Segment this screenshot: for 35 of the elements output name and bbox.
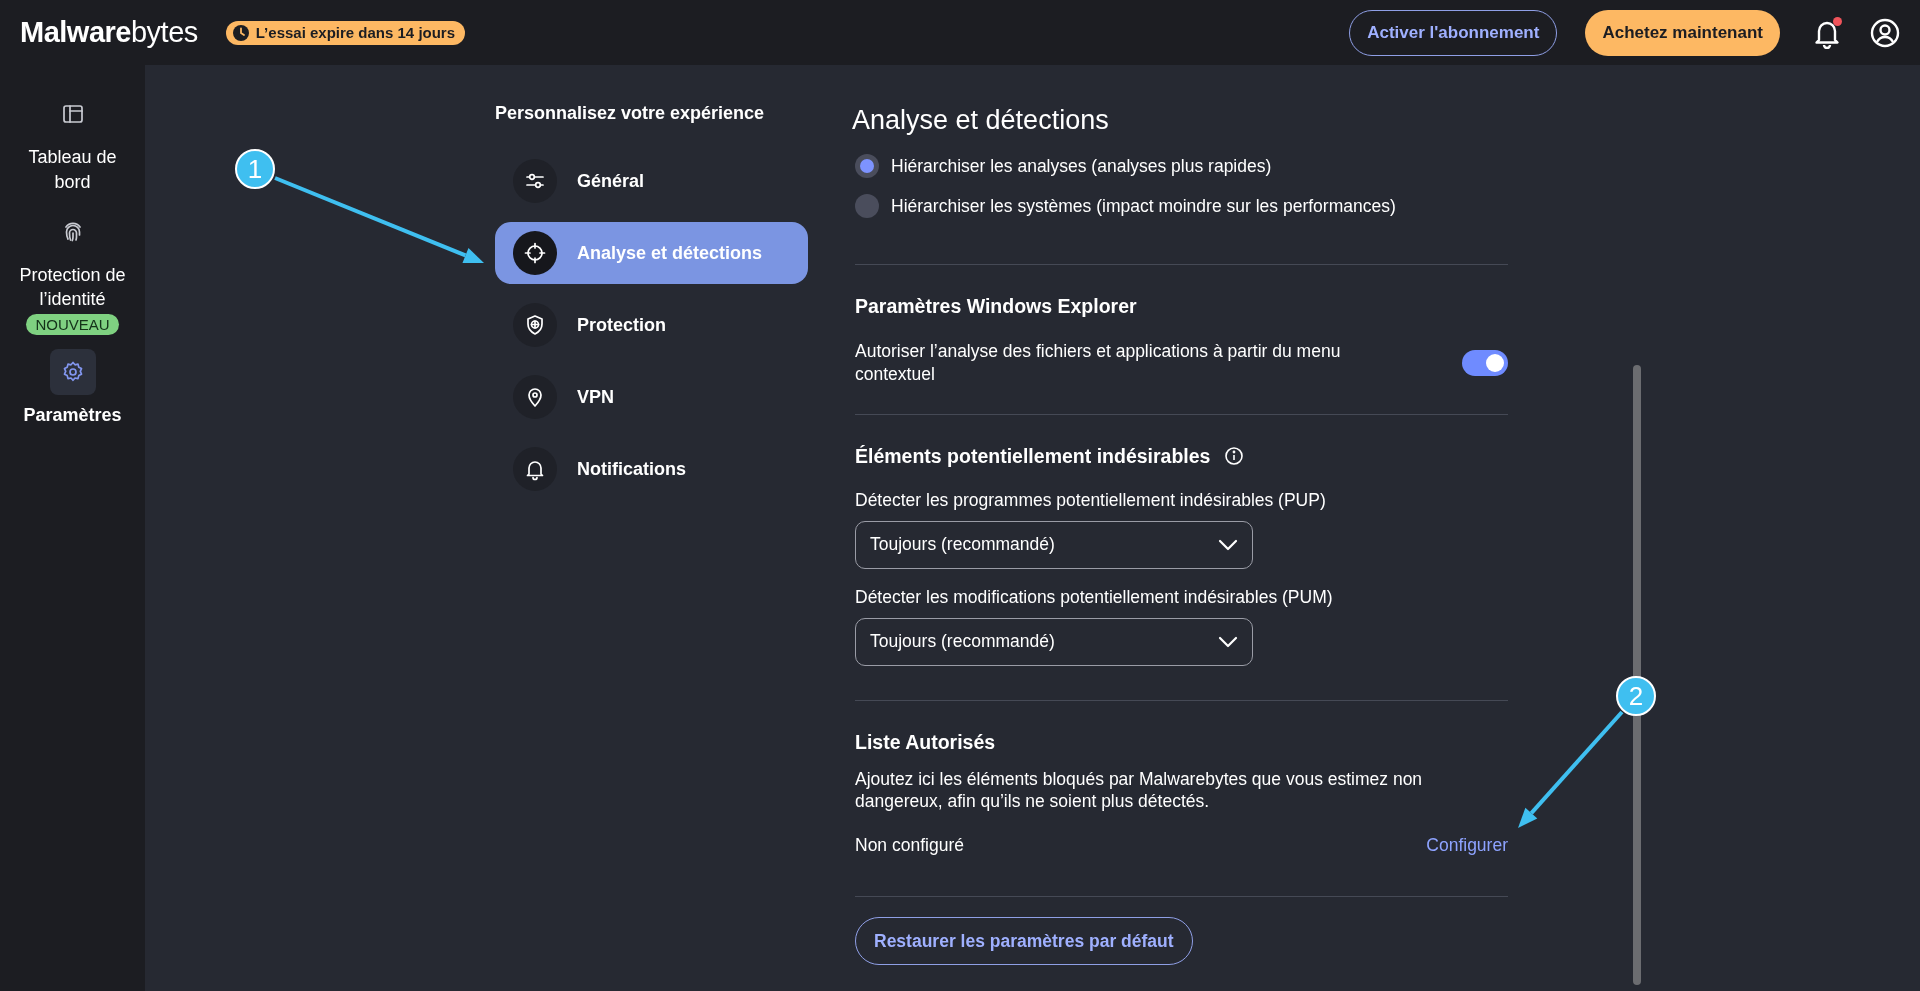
radio-button[interactable]	[855, 154, 879, 178]
section-description: Ajoutez ici les éléments bloqués par Malwarebytes que vous estimez non dangereux, afin qu’ils ne soient plus détectés.	[855, 767, 1424, 813]
info-icon[interactable]	[1224, 446, 1245, 466]
sidebar-item[interactable]: Protection de l’identité NOUVEAU	[7, 208, 138, 336]
notification-bell-icon[interactable]	[1812, 16, 1842, 49]
sidebar-item[interactable]: Tableau de bord	[7, 91, 138, 195]
radio-button[interactable]	[855, 194, 879, 218]
trial-badge: L’essai expire dans 14 jours	[225, 20, 466, 45]
field-label: Détecter les modifications potentiellement indésirables (PUM)	[855, 586, 1334, 608]
dropdown[interactable]: Toujours (recommandé)	[855, 617, 1253, 666]
radio-label: Hiérarchiser les systèmes (impact moindre sur les performances)	[891, 195, 1396, 217]
settings-nav-item[interactable]: Notifications	[495, 438, 808, 500]
toggle-switch[interactable]	[1462, 349, 1508, 376]
settings-nav-item[interactable]: Général	[495, 150, 808, 212]
section-heading: Paramètres Windows Explorer	[855, 295, 1137, 318]
dashboard-icon	[60, 102, 85, 126]
section-heading: Éléments potentiellement indésirables	[855, 444, 1211, 468]
user-account-icon[interactable]	[1870, 17, 1900, 48]
app-logo: Malwarebytes	[20, 16, 198, 49]
settings-nav-item[interactable]: Protection	[495, 294, 808, 356]
settings-nav-item[interactable]: VPN	[495, 366, 808, 428]
nav-heading: Personnalisez votre expérience	[495, 103, 766, 124]
section-heading: Liste Autorisés	[855, 730, 996, 754]
radio-label: Hiérarchiser les analyses (analyses plus rapides)	[891, 155, 1272, 177]
dropdown[interactable]: Toujours (recommandé)	[855, 520, 1253, 569]
configure-link[interactable]: Configurer	[1426, 835, 1508, 856]
chevron-down-icon	[1218, 538, 1238, 551]
field-label: Détecter les programmes potentiellement indésirables (PUP)	[855, 489, 1327, 511]
sidebar-item[interactable]: Paramètres	[7, 349, 138, 429]
toggle-label: Autoriser l’analyse des fichiers et applications à partir du menu contextuel	[855, 340, 1342, 386]
buy-button[interactable]: Achetez maintenant	[1585, 9, 1780, 56]
crosshair-icon	[523, 241, 547, 265]
status-text: Non configuré	[855, 835, 964, 856]
chevron-down-icon	[1218, 635, 1238, 648]
page-title: Analyse et détections	[852, 105, 1110, 136]
